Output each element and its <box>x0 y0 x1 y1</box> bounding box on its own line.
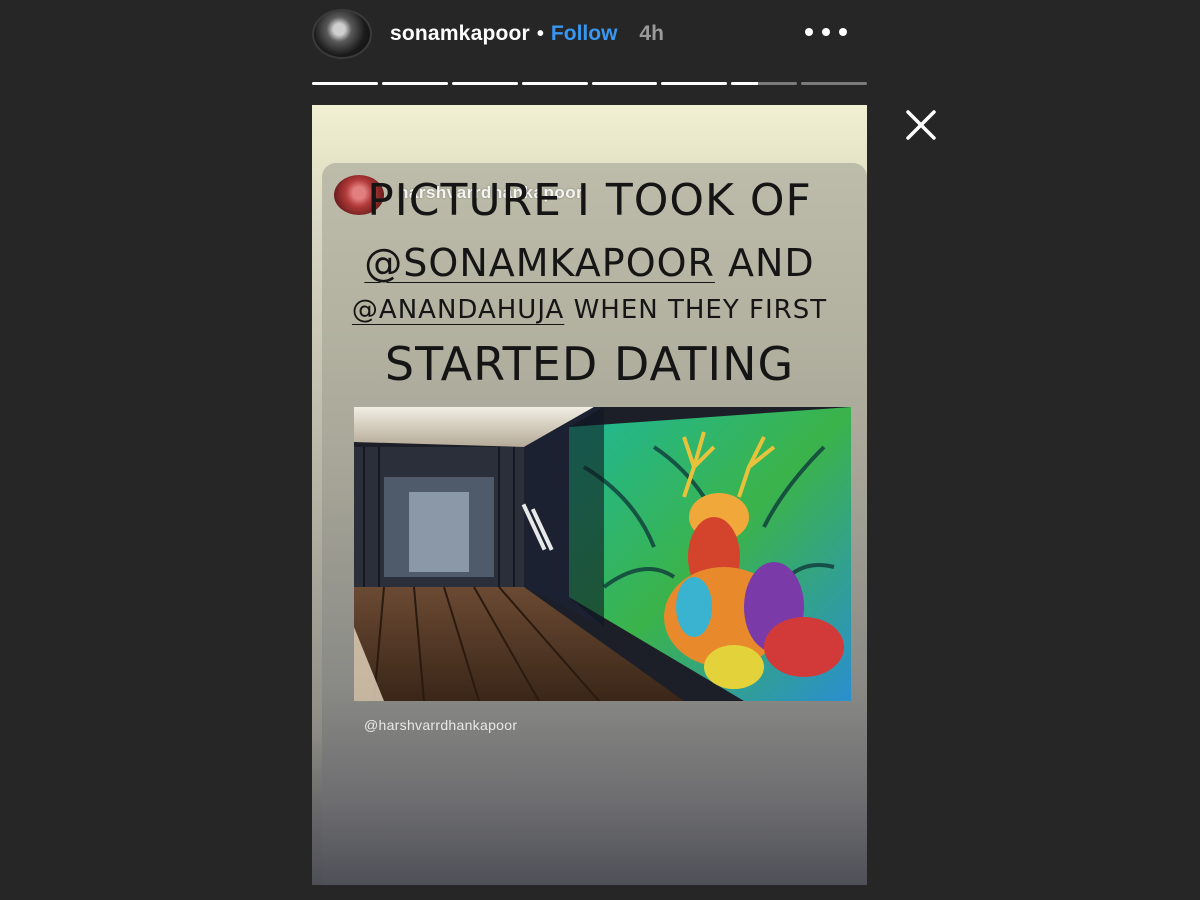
progress-segment-fill <box>591 82 658 85</box>
progress-segment <box>312 82 378 85</box>
dot <box>822 28 830 36</box>
progress-segment-fill <box>312 82 378 85</box>
shared-photo <box>354 407 851 701</box>
story-header: sonamkapoor • Follow 4h <box>312 8 867 60</box>
progress-segment-fill <box>521 82 588 85</box>
progress-segment <box>591 82 658 85</box>
story-viewer: sonamkapoor • Follow 4h harshvarrdhankap… <box>0 0 1200 900</box>
separator-dot: • <box>536 22 544 45</box>
caption-line-3-rest: WHEN THEY FIRST <box>564 295 828 325</box>
container-mural-photo <box>354 407 851 701</box>
username-link[interactable]: sonamkapoor <box>390 22 530 46</box>
caption-line-1: PICTURE I TOOK OF <box>367 175 812 226</box>
progress-segment <box>521 82 588 85</box>
close-x-icon <box>906 110 936 140</box>
progress-segment-fill <box>661 82 728 85</box>
mention-sonamkapoor[interactable]: @SONAMKAPOOR <box>364 241 715 285</box>
photo-credit: @harshvarrdhankapoor <box>364 717 518 733</box>
caption-line-2-rest: AND <box>714 241 815 285</box>
progress-segment-fill <box>451 82 518 85</box>
follow-button[interactable]: Follow <box>551 22 618 46</box>
dot <box>839 28 847 36</box>
close-icon[interactable] <box>902 106 940 144</box>
story-progress-bar <box>312 82 867 86</box>
caption-line-4: STARTED DATING <box>384 337 795 391</box>
post-time: 4h <box>639 22 664 45</box>
caption-line-2: @SONAMKAPOOR AND <box>312 241 867 285</box>
progress-segment <box>731 82 798 85</box>
progress-segment <box>661 82 728 85</box>
progress-segment <box>381 82 448 85</box>
caption-line-3: @ANANDAHUJA WHEN THEY FIRST <box>312 295 867 325</box>
progress-segment-fill <box>381 82 448 85</box>
story-content[interactable]: harshvarrdhankapoor PICTURE I TOOK OF @S… <box>312 105 867 885</box>
more-dots-icon[interactable] <box>805 23 847 41</box>
mention-anandahuja[interactable]: @ANANDAHUJA <box>352 295 564 325</box>
avatar[interactable] <box>312 9 372 59</box>
progress-segment-fill <box>731 82 758 85</box>
progress-segment <box>451 82 518 85</box>
progress-segment <box>801 82 867 85</box>
dot <box>805 28 813 36</box>
